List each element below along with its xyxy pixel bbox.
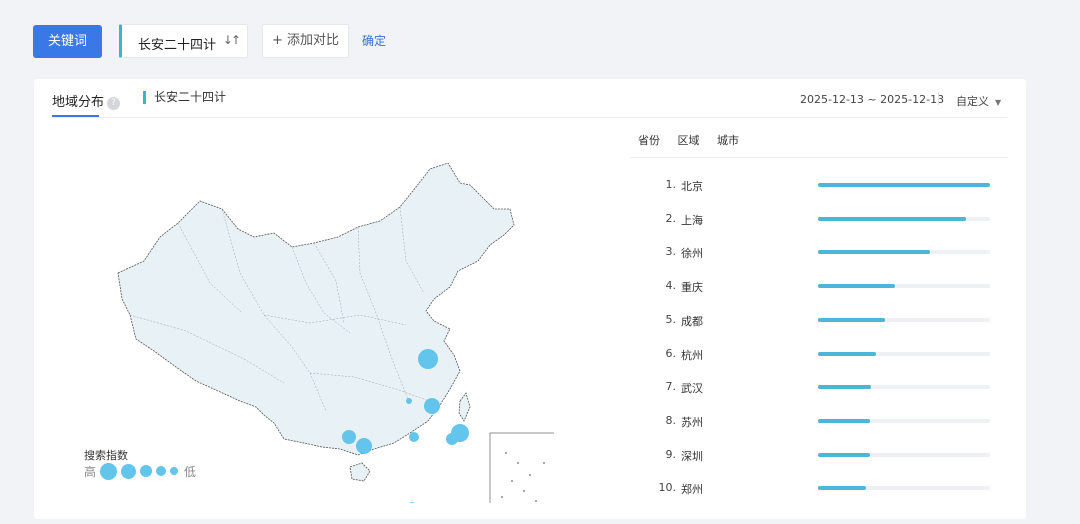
keyword-text: 长安二十四计 xyxy=(138,38,217,53)
rank-city-name: 北京 xyxy=(681,180,703,193)
ranking-row[interactable]: 1. 北京 xyxy=(658,178,998,194)
rank-city-name: 徐州 xyxy=(681,247,703,261)
rank-bar-track xyxy=(818,452,990,457)
ranking-row[interactable]: 6. 杭州 xyxy=(658,347,998,363)
rank-number: 3. xyxy=(665,245,677,259)
date-mode-label: 自定义 xyxy=(956,95,989,108)
tab-city[interactable]: 城市 xyxy=(717,134,739,147)
legend-dot-5 xyxy=(170,467,179,475)
bubble-chongqing xyxy=(356,438,372,454)
date-mode-select[interactable]: 自定义 ▼ xyxy=(956,93,1001,109)
rank-bar-track xyxy=(818,216,990,221)
bubble-xuzhou xyxy=(424,398,440,414)
rank-number: 6. xyxy=(665,346,677,360)
rank-city-name: 上海 xyxy=(681,213,703,227)
ranking-tabs: 省份 区域 城市 xyxy=(638,132,753,148)
rank-city-name: 武汉 xyxy=(681,382,703,396)
rank-bar-track xyxy=(818,351,990,356)
search-toolbar: 关键词 长安二十四计 ↓↑ + 添加对比 确定 xyxy=(0,0,1080,70)
bubble-wuhan xyxy=(409,432,419,442)
rank-bar-track xyxy=(818,486,990,491)
bubble-shenzhen xyxy=(409,502,415,503)
bubble-hangzhou xyxy=(446,433,458,445)
chevron-down-icon: ▼ xyxy=(995,98,1002,107)
rank-number: 5. xyxy=(665,312,677,326)
rank-bar-fill xyxy=(818,452,870,457)
map-legend: 高 低 xyxy=(84,461,196,481)
series-tag: 长安二十四计 xyxy=(143,91,226,104)
legend-dot-4 xyxy=(156,466,167,476)
rank-city-name: 重庆 xyxy=(681,281,703,295)
legend-high-label: 高 xyxy=(84,464,97,479)
ranking-row[interactable]: 10. 郑州 xyxy=(658,481,998,497)
tab-region-distribution[interactable]: 地域分布? xyxy=(52,91,121,117)
legend-dot-1 xyxy=(100,462,118,480)
keyword-button[interactable]: 关键词 xyxy=(33,25,102,58)
rank-number: 8. xyxy=(665,413,677,427)
rank-number: 4. xyxy=(665,279,677,293)
map-hainan xyxy=(349,462,371,482)
ranking-row[interactable]: 9. 深圳 xyxy=(658,448,998,464)
tab-label: 地域分布 xyxy=(52,95,105,110)
rank-number: 7. xyxy=(665,380,677,394)
rank-bar-track xyxy=(818,183,990,187)
ranking-row[interactable]: 2. 上海 xyxy=(658,212,998,228)
region-distribution-card: 地域分布? 长安二十四计 2025-12-13 ~ 2025-12-13 自定义… xyxy=(34,79,1026,519)
rank-bar-fill xyxy=(818,317,886,322)
map-mainland xyxy=(117,163,515,456)
rank-number: 1. xyxy=(665,178,677,191)
header-divider xyxy=(51,117,1007,118)
rank-bar-track xyxy=(818,284,990,289)
rank-bar-fill xyxy=(818,385,872,390)
china-map[interactable] xyxy=(114,163,554,503)
bubble-chengdu xyxy=(342,430,356,444)
map-taiwan xyxy=(458,392,471,422)
help-icon[interactable]: ? xyxy=(107,97,121,110)
rank-number: 10. xyxy=(658,481,677,495)
add-compare-button[interactable]: + 添加对比 xyxy=(262,24,349,58)
bubble-beijing xyxy=(418,349,438,369)
ranking-divider xyxy=(630,157,1008,158)
rank-bar-fill xyxy=(818,250,930,255)
rank-city-name: 杭州 xyxy=(681,348,703,362)
rank-city-name: 苏州 xyxy=(681,415,703,429)
ranking-row[interactable]: 8. 苏州 xyxy=(658,414,998,430)
rank-bar-fill xyxy=(818,351,877,356)
rank-bar-track xyxy=(818,385,990,390)
sort-icon[interactable]: ↓↑ xyxy=(223,33,241,47)
tab-region[interactable]: 区域 xyxy=(678,134,700,147)
header-separator xyxy=(938,92,939,105)
rank-number: 9. xyxy=(665,447,677,461)
rank-city-name: 成都 xyxy=(681,314,703,328)
south-sea-inset xyxy=(489,432,554,503)
legend-dot-3 xyxy=(140,465,153,477)
rank-bar-track xyxy=(818,250,990,255)
rank-number: 2. xyxy=(665,211,677,225)
confirm-link[interactable]: 确定 xyxy=(362,32,386,49)
legend-dot-2 xyxy=(121,463,137,479)
ranking-row[interactable]: 3. 徐州 xyxy=(658,245,998,261)
rank-bar-track xyxy=(818,418,990,423)
ranking-row[interactable]: 5. 成都 xyxy=(658,313,998,329)
rank-bar-fill xyxy=(818,486,867,491)
rank-bar-fill xyxy=(818,284,896,289)
ranking-row[interactable]: 4. 重庆 xyxy=(658,279,998,295)
rank-bar-fill xyxy=(818,183,990,187)
ranking-row[interactable]: 7. 武汉 xyxy=(658,380,998,396)
date-range[interactable]: 2025-12-13 ~ 2025-12-13 xyxy=(800,93,944,106)
rank-bar-track xyxy=(818,317,990,322)
bubble-zhengzhou xyxy=(406,398,412,404)
tab-province[interactable]: 省份 xyxy=(638,134,660,147)
legend-low-label: 低 xyxy=(184,464,197,479)
rank-city-name: 深圳 xyxy=(681,449,703,463)
keyword-input[interactable]: 长安二十四计 ↓↑ xyxy=(119,24,248,58)
rank-city-name: 郑州 xyxy=(681,483,703,497)
rank-bar-fill xyxy=(818,418,870,423)
rank-bar-fill xyxy=(818,216,966,221)
